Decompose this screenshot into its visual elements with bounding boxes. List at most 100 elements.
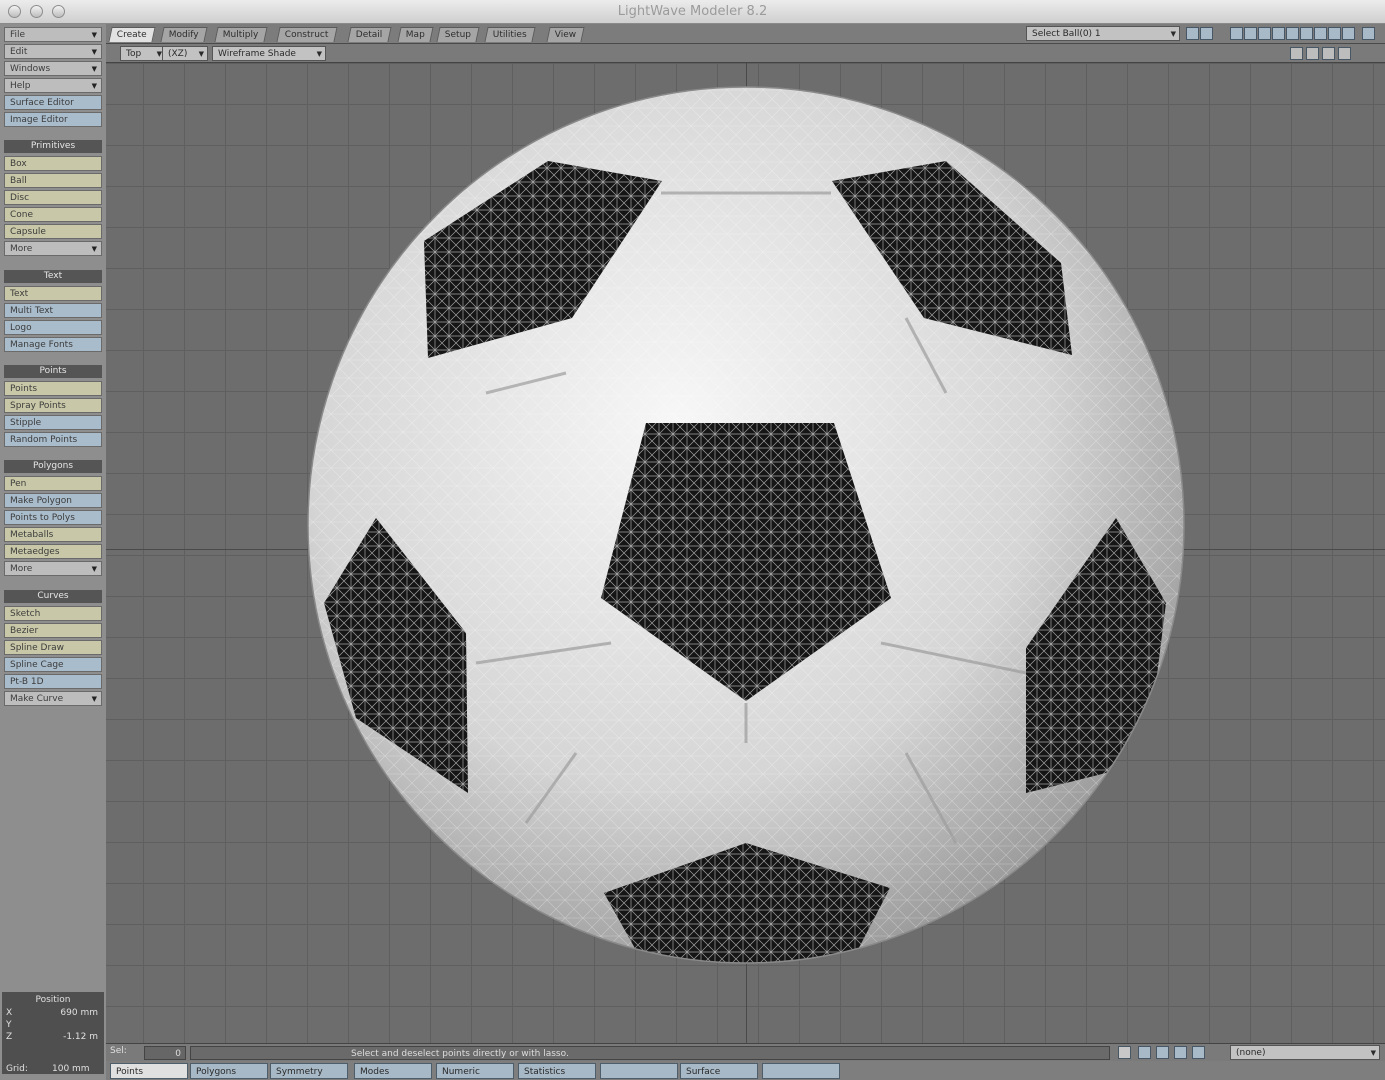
left-toolbar: File Edit Windows Help Surface Editor Im… [0,24,106,1080]
tool-ball[interactable]: Ball [4,173,102,188]
viewport-header: Top (XZ) Wireframe Shade [106,44,1385,63]
z-label: Z [6,1032,13,1042]
image-editor-button[interactable]: Image Editor [4,112,102,127]
tool-stipple[interactable]: Stipple [4,415,102,430]
polygons-more-menu[interactable]: More [4,561,102,576]
status-tool-3-icon[interactable] [1156,1046,1169,1059]
tool-metaballs[interactable]: Metaballs [4,527,102,542]
surface-editor-button[interactable]: Surface Editor [4,95,102,110]
tool-bezier[interactable]: Bezier [4,623,102,638]
points-mode-button[interactable]: Points [110,1063,188,1079]
tab-utilities[interactable]: Utilities [484,27,536,42]
layer-select[interactable]: Select Ball(0) 1 [1026,26,1180,42]
layer-slot-4-icon[interactable] [1272,27,1285,40]
position-title: Position [35,995,71,1005]
modeler-viewport[interactable] [106,63,1385,1043]
sel-count: 0 [144,1046,186,1060]
tool-text[interactable]: Text [4,286,102,301]
modes-button[interactable]: Modes [354,1063,432,1079]
x-label: X [6,1008,13,1018]
symmetry-button[interactable]: Symmetry [270,1063,348,1079]
layer-slot-6-icon[interactable] [1300,27,1313,40]
rotate-view-icon[interactable] [1306,47,1319,60]
manage-fonts-button[interactable]: Manage Fonts [4,337,102,352]
primitives-more-menu[interactable]: More [4,241,102,256]
status-bar: Sel: 0 Select and deselect points direct… [106,1043,1385,1061]
tab-modify[interactable]: Modify [160,27,208,42]
soccer-ball-model [307,86,1185,964]
section-primitives: Primitives [4,140,102,153]
status-tool-5-icon[interactable] [1192,1046,1205,1059]
status-tool-4-icon[interactable] [1174,1046,1187,1059]
tab-multiply[interactable]: Multiply [214,27,268,42]
tab-detail[interactable]: Detail [347,27,392,42]
layer-slot-8-icon[interactable] [1328,27,1341,40]
tool-points-to-polys[interactable]: Points to Polys [4,510,102,525]
tab-create[interactable]: Create [108,27,156,42]
tool-sketch[interactable]: Sketch [4,606,102,621]
statistics-button[interactable]: Statistics [518,1063,596,1079]
layer-slot-9-icon[interactable] [1342,27,1355,40]
windows-menu[interactable]: Windows [4,61,102,76]
polygons-mode-button[interactable]: Polygons [190,1063,268,1079]
x-value[interactable]: 690 mm [60,1008,98,1018]
layer-slot-7-icon[interactable] [1314,27,1327,40]
make-curve-menu[interactable]: Make Curve [4,691,102,706]
surface-button[interactable]: Surface [680,1063,758,1079]
layer-slot-10-icon[interactable] [1362,27,1375,40]
z-value[interactable]: -1.12 m [63,1032,98,1042]
tool-make-polygon[interactable]: Make Polygon [4,493,102,508]
tab-construct[interactable]: Construct [276,27,338,42]
status-tool-2-icon[interactable] [1138,1046,1151,1059]
tab-bar: Create Modify Multiply Construct Detail … [106,24,1385,44]
tool-pt-b-1d[interactable]: Pt-B 1D [4,674,102,689]
tool-spray-points[interactable]: Spray Points [4,398,102,413]
grid-value: 100 mm [52,1064,90,1074]
tool-metaedges[interactable]: Metaedges [4,544,102,559]
view-type-select[interactable]: Top [120,46,166,62]
tool-spline-draw[interactable]: Spline Draw [4,640,102,655]
window-title: LightWave Modeler 8.2 [617,4,768,19]
grid-label: Grid: [6,1064,28,1074]
vmap-select[interactable]: (none) [1230,1045,1380,1061]
sel-label: Sel: [110,1046,127,1056]
section-curves: Curves [4,590,102,603]
edit-menu[interactable]: Edit [4,44,102,59]
move-view-icon[interactable] [1290,47,1303,60]
tool-cone[interactable]: Cone [4,207,102,222]
layer-slot-5-icon[interactable] [1286,27,1299,40]
tool-capsule[interactable]: Capsule [4,224,102,239]
info-button[interactable] [600,1063,678,1079]
bottom-bar: Grid: 100 mm Points Polygons Symmetry Mo… [6,1061,1385,1080]
section-points: Points [4,365,102,378]
help-menu[interactable]: Help [4,78,102,93]
tab-map[interactable]: Map [397,27,434,42]
tool-points[interactable]: Points [4,381,102,396]
section-polygons: Polygons [4,460,102,473]
view-axis-select[interactable]: (XZ) [162,46,208,62]
title-bar: LightWave Modeler 8.2 [0,0,1385,24]
extra-button[interactable] [762,1063,840,1079]
tool-multi-text[interactable]: Multi Text [4,303,102,318]
maximize-view-icon[interactable] [1338,47,1351,60]
tool-random-points[interactable]: Random Points [4,432,102,447]
tool-logo[interactable]: Logo [4,320,102,335]
file-menu[interactable]: File [4,27,102,42]
tool-pen[interactable]: Pen [4,476,102,491]
lightwave-modeler-window: LightWave Modeler 8.2 File Edit Windows … [0,0,1385,1080]
tool-disc[interactable]: Disc [4,190,102,205]
section-text: Text [4,270,102,283]
numeric-button[interactable]: Numeric [436,1063,514,1079]
render-mode-select[interactable]: Wireframe Shade [212,46,326,62]
zoom-view-icon[interactable] [1322,47,1335,60]
layer-prev-icon[interactable] [1186,27,1199,40]
layer-slot-3-icon[interactable] [1258,27,1271,40]
status-tool-1-icon[interactable] [1118,1046,1131,1059]
tool-box[interactable]: Box [4,156,102,171]
tab-setup[interactable]: Setup [436,27,480,42]
tab-view[interactable]: View [546,27,585,42]
layer-next-icon[interactable] [1200,27,1213,40]
tool-spline-cage[interactable]: Spline Cage [4,657,102,672]
layer-slot-1-icon[interactable] [1230,27,1243,40]
layer-slot-2-icon[interactable] [1244,27,1257,40]
